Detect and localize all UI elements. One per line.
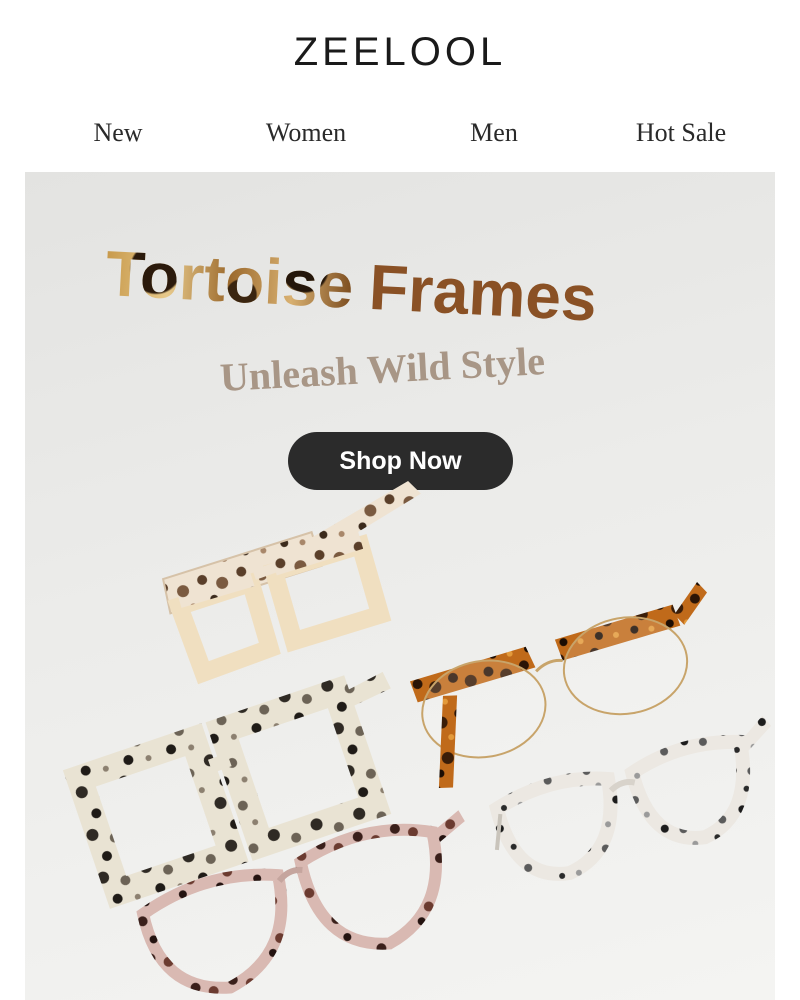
nav-item-hot-sale[interactable]: Hot Sale — [636, 118, 726, 148]
glasses-cream-tortoise-icon — [62, 671, 392, 909]
nav-item-women[interactable]: Women — [266, 118, 346, 148]
glasses-pink-tortoise-icon — [161, 480, 421, 685]
main-nav: New Women Men Hot Sale — [0, 108, 800, 160]
glasses-amber-tortoise-icon — [409, 582, 708, 788]
nav-item-new[interactable]: New — [93, 118, 142, 148]
brand-logo[interactable]: ZEELOOL — [294, 30, 507, 75]
eyeglasses-product-image — [62, 480, 772, 994]
hero-banner[interactable]: Tortoise Frames Unleash Wild Style Shop N… — [25, 172, 775, 1000]
nav-item-men[interactable]: Men — [470, 118, 518, 148]
header: ZEELOOL — [0, 0, 800, 100]
